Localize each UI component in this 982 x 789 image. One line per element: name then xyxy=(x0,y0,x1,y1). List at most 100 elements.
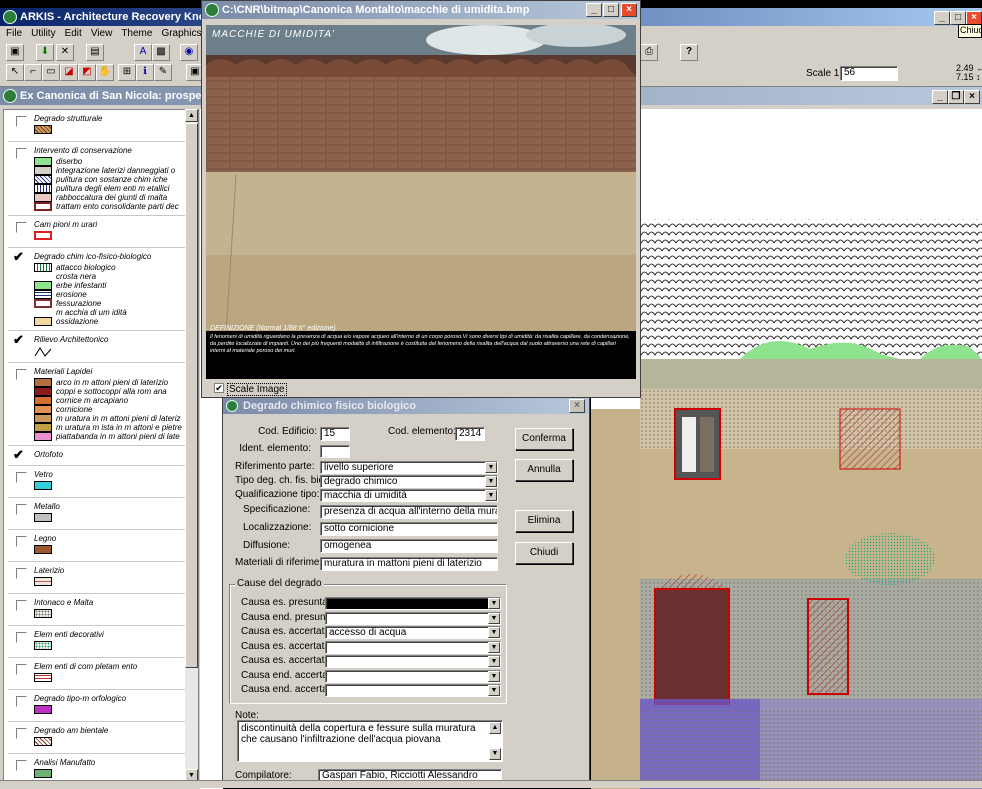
print-icon[interactable]: ⎙ xyxy=(640,44,658,61)
legend-item-label: ossidazione xyxy=(56,317,99,326)
scroll-up-arrow[interactable]: ▲ xyxy=(185,109,198,122)
chevron-down-icon[interactable]: ▼ xyxy=(485,462,497,473)
line-tool-icon[interactable]: ⌐ xyxy=(24,64,42,81)
text-tool-icon[interactable]: A xyxy=(134,44,152,61)
confirm-button[interactable]: Conferma xyxy=(515,428,573,450)
legend-swatch xyxy=(34,166,52,175)
spec-label: Specificazione: xyxy=(243,504,311,515)
rif-parte-select[interactable]: livello superiore ▼ xyxy=(320,461,498,474)
scale-image-checkbox[interactable]: ✔ xyxy=(214,383,224,393)
mat-input[interactable]: muratura in mattoni pieni di laterizio xyxy=(320,557,498,571)
pencil-icon[interactable]: ✎ xyxy=(154,64,172,81)
cause-select[interactable]: ▼ xyxy=(325,655,501,668)
status-bar xyxy=(0,780,982,788)
legend-group-checkbox-checked[interactable]: ✔ xyxy=(13,249,24,265)
legend-group-checkbox[interactable] xyxy=(16,536,27,547)
close-button[interactable]: × xyxy=(966,11,982,25)
chevron-down-icon[interactable]: ▼ xyxy=(485,490,497,501)
rect-tool-icon[interactable]: ▭ xyxy=(42,64,60,81)
image-close-button[interactable]: × xyxy=(621,3,637,17)
chevron-down-icon[interactable]: ▼ xyxy=(488,612,500,624)
minimize-button[interactable]: _ xyxy=(934,11,950,25)
layer-tool-icon[interactable]: ◉ xyxy=(180,44,198,61)
chevron-down-icon[interactable]: ▼ xyxy=(485,476,497,487)
tipo-select[interactable]: degrado chimico ▼ xyxy=(320,475,498,488)
legend-group-checkbox[interactable] xyxy=(16,222,27,233)
cod-edificio-input[interactable]: 15 xyxy=(320,427,350,441)
cause-select[interactable]: ▼ xyxy=(325,669,501,683)
ident-input[interactable] xyxy=(320,445,350,458)
delete-button[interactable]: Elimina xyxy=(515,510,573,532)
legend-swatch xyxy=(34,317,52,326)
legend-group-checkbox-checked[interactable]: ✔ xyxy=(13,447,24,463)
notes-scroll-down[interactable]: ▼ xyxy=(489,748,501,760)
info-icon[interactable]: ℹ xyxy=(136,64,154,81)
help-icon[interactable]: ? xyxy=(680,44,698,61)
chevron-down-icon[interactable]: ▼ xyxy=(488,670,500,682)
legend-swatch xyxy=(34,641,52,650)
image-title-bar[interactable]: C:\CNR\bitmap\Canonica Montalto\macchie … xyxy=(202,1,640,19)
legend-group-checkbox[interactable] xyxy=(16,472,27,483)
cod-elemento-input[interactable]: 2314 xyxy=(455,427,485,441)
menu-edit[interactable]: Edit xyxy=(65,28,82,39)
scale-input[interactable]: 56 xyxy=(840,66,898,81)
menu-utility[interactable]: Utility xyxy=(31,28,55,39)
cause-select[interactable]: ▼ xyxy=(325,640,501,654)
maximize-button[interactable]: □ xyxy=(950,11,966,25)
cause-select[interactable]: accesso di acqua ▼ xyxy=(325,626,501,639)
spec-input[interactable]: presenza di acqua all'interno della mura… xyxy=(320,505,498,519)
notes-textarea[interactable]: discontinuità della copertura e fessure … xyxy=(237,720,503,762)
dialog-close-button[interactable]: × xyxy=(569,399,585,413)
delete-icon[interactable]: ✕ xyxy=(56,44,74,61)
polygon-tool-icon[interactable]: ◪ xyxy=(60,64,78,81)
legend-group-checkbox[interactable] xyxy=(16,568,27,579)
doc-close-button[interactable]: × xyxy=(964,90,980,104)
legend-scrollbar[interactable]: ▲ ▼ xyxy=(185,109,198,783)
doc-minimize-button[interactable]: _ xyxy=(932,90,948,104)
scroll-thumb[interactable] xyxy=(185,123,198,668)
legend-group-checkbox[interactable] xyxy=(16,148,27,159)
close-dialog-button[interactable]: Chiudi xyxy=(515,542,573,564)
cause-select[interactable]: ▼ xyxy=(325,684,501,697)
image-tool-icon[interactable]: ▩ xyxy=(152,44,170,61)
hand-tool-icon[interactable]: ✋ xyxy=(96,64,114,81)
chevron-down-icon[interactable]: ▼ xyxy=(488,598,500,609)
legend-group-checkbox[interactable] xyxy=(16,116,27,127)
loc-input[interactable]: sotto cornicione xyxy=(320,522,498,536)
legend-group-checkbox[interactable] xyxy=(16,600,27,611)
zoom-tool-icon[interactable]: ⊞ xyxy=(118,64,136,81)
notes-scroll-up[interactable]: ▲ xyxy=(489,722,501,734)
cancel-button[interactable]: Annulla xyxy=(515,459,573,481)
save-icon[interactable]: ▣ xyxy=(6,44,24,61)
legend-group-checkbox[interactable] xyxy=(16,369,27,380)
legend-group-checkbox[interactable] xyxy=(16,504,27,515)
cause-select[interactable]: ▼ xyxy=(325,611,501,625)
legend-divider xyxy=(8,445,188,446)
menu-graphics[interactable]: Graphics xyxy=(161,28,201,39)
legend-group-checkbox[interactable] xyxy=(16,664,27,675)
download-icon[interactable]: ⬇ xyxy=(36,44,54,61)
chevron-down-icon[interactable]: ▼ xyxy=(488,685,500,696)
dialog-title-bar[interactable]: Degrado chimico fisico biologico xyxy=(223,398,589,414)
chevron-down-icon[interactable]: ▼ xyxy=(488,656,500,667)
legend-group-checkbox[interactable] xyxy=(16,760,27,771)
clipboard-icon[interactable]: ▤ xyxy=(86,44,104,61)
chevron-down-icon[interactable]: ▼ xyxy=(488,627,500,638)
menu-file[interactable]: File xyxy=(6,28,22,39)
legend-group-checkbox[interactable] xyxy=(16,728,27,739)
photo-tool-icon[interactable]: ◩ xyxy=(78,64,96,81)
cause-select[interactable]: ▼ xyxy=(325,597,501,610)
image-minimize-button[interactable]: _ xyxy=(586,3,602,17)
doc-restore-button[interactable]: ❐ xyxy=(948,90,964,104)
legend-swatch xyxy=(34,673,52,682)
menu-theme[interactable]: Theme xyxy=(121,28,152,39)
legend-group-checkbox-checked[interactable]: ✔ xyxy=(13,332,24,348)
menu-view[interactable]: View xyxy=(91,28,113,39)
qual-select[interactable]: macchia di umidità ▼ xyxy=(320,489,498,502)
pointer-icon[interactable]: ↖ xyxy=(6,64,24,81)
legend-group-checkbox[interactable] xyxy=(16,632,27,643)
legend-group-checkbox[interactable] xyxy=(16,696,27,707)
chevron-down-icon[interactable]: ▼ xyxy=(488,641,500,653)
diff-input[interactable]: omogenea xyxy=(320,539,498,553)
image-maximize-button[interactable]: □ xyxy=(603,3,619,17)
